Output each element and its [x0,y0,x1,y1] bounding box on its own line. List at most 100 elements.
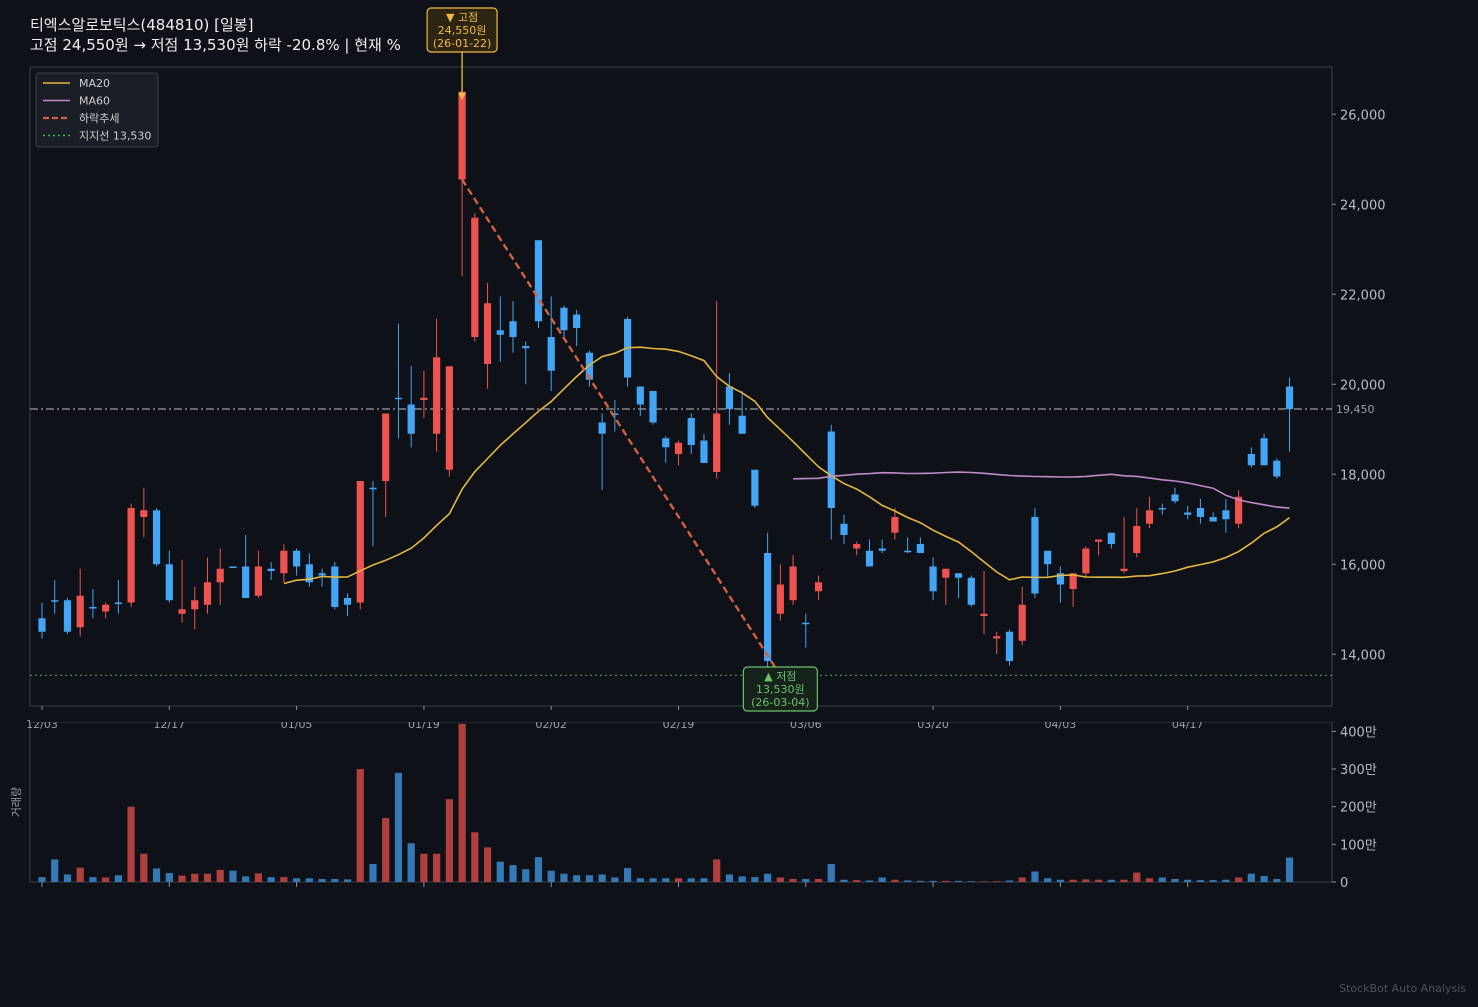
candle-body [1285,386,1294,409]
candle-body [751,469,759,506]
price-ytick-label: 20,000 [1340,378,1386,393]
peak-label-price: 24,550원 [438,24,487,37]
volume-bar [522,869,530,882]
candle-body [127,508,135,603]
candle-body [687,418,695,445]
candle-body [980,613,988,616]
candle-body [700,440,708,463]
volume-bar [1056,879,1064,882]
candle-body [433,357,441,434]
candle-body [1171,494,1179,502]
volume-bar [993,881,1001,882]
volume-bar [687,878,695,882]
price-ytick-label: 18,000 [1340,468,1386,483]
volume-bar [369,863,377,882]
volume-bar [776,877,784,882]
candle-body [649,391,657,423]
volume-bar [267,877,275,882]
volume-bar [700,878,708,882]
volume-bar [38,877,46,882]
volume-bar [573,875,581,882]
candle-body [598,422,606,434]
volume-bar [725,874,734,882]
volume-ytick-label: 300만 [1340,763,1377,778]
volume-bar [76,867,84,882]
candle-body [802,622,810,625]
volume-bar [305,878,313,882]
volume-bar [152,868,161,882]
volume-bar [1247,873,1255,882]
volume-bar [1222,879,1230,882]
candle-body [522,346,530,349]
volume-bar [891,879,899,882]
volume-bar [954,880,963,882]
volume-bar [203,873,212,882]
stock-chart: 14,000 16,000 18,000 20,000 22,000 24,000 26,0… [10,7,1386,891]
candle-body [152,510,161,565]
legend-label: 하락추세 [79,111,119,125]
candle-body [560,307,568,331]
candle-body [140,510,148,517]
volume-bar [483,847,492,882]
volume-bar [636,878,644,882]
candle-body [993,636,1001,639]
volume-bar [1209,880,1217,882]
candle-body [356,481,364,603]
candle-body [738,415,746,434]
candle-body [1222,510,1230,520]
label-clip [30,718,1332,722]
volume-bar [967,881,975,882]
candle-body [725,386,734,409]
price-ytick-label: 24,000 [1340,198,1386,213]
candle-body [471,217,479,337]
volume-bar [1031,871,1039,882]
candle-body [891,517,899,533]
volume-bar [140,853,148,882]
volume-bar [1094,879,1103,882]
volume-bar [471,832,479,882]
candle-body [114,602,122,604]
volume-bar [929,880,937,882]
candle-body [674,442,683,454]
candle-body [573,314,581,328]
volume-bar [585,875,593,882]
volume-bar [382,818,390,882]
volume-bar [114,875,122,882]
volume-bar [1260,875,1268,882]
candle-body [267,568,275,571]
trough-label-price: 13,530원 [756,683,805,696]
volume-bar [674,878,683,882]
volume-bar [63,874,72,882]
candle-body [789,566,797,601]
volume-bar [904,880,912,882]
volume-bar [1120,879,1128,882]
candle-body [1094,539,1103,542]
volume-bar [280,877,288,882]
volume-bar [356,769,364,882]
legend-label: MA60 [79,95,110,108]
candle-body [1133,526,1141,553]
candle-body [318,573,326,576]
volume-bar [560,873,568,882]
volume-bar [1273,878,1281,882]
candle-body [254,566,263,596]
candle-body [1247,454,1255,466]
candle-body [1044,550,1052,565]
candle-body [1082,548,1090,574]
candle-body [63,600,72,632]
candle-body [420,397,428,400]
volume-bar [242,876,250,882]
peak-label-title: ▼ 고점 [446,11,478,24]
candle-body [165,564,173,601]
candle-body [394,397,403,400]
candle-body [89,607,97,609]
candle-body [1273,460,1281,477]
volume-bar [814,878,823,882]
candle-body [216,568,224,583]
candle-body [827,431,835,508]
volume-bar [713,859,721,882]
volume-bar [165,872,173,882]
volume-bar [1005,880,1014,882]
volume-bar [1069,879,1077,882]
candle-body [776,584,784,614]
